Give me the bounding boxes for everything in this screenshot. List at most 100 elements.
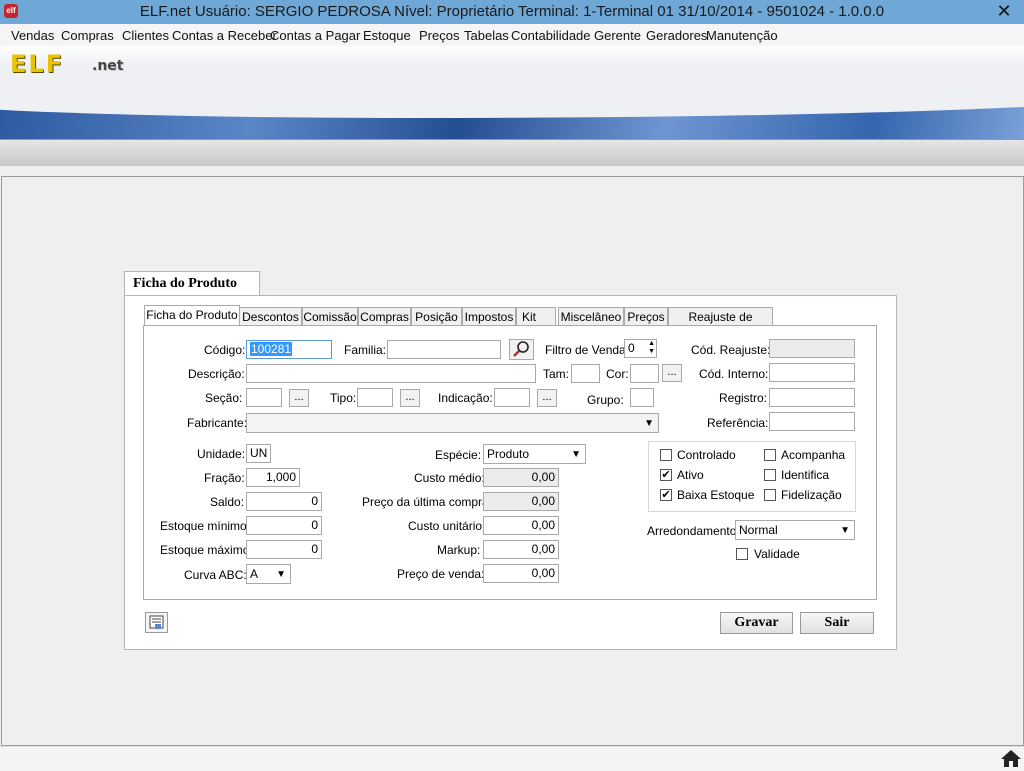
chevron-down-icon: ▼ (571, 449, 581, 460)
filtro-venda-spinner[interactable]: 0 ▲ ▼ (624, 339, 657, 358)
registro-field[interactable] (769, 388, 855, 407)
tipo-field[interactable] (357, 388, 393, 407)
custo-medio-field[interactable]: 0,00 (483, 468, 559, 487)
grupo-field[interactable] (630, 388, 654, 407)
cod-interno-label: Cód. Interno: (699, 367, 769, 381)
controlado-label: Controlado (677, 448, 736, 462)
referencia-field[interactable] (769, 412, 855, 431)
arredondamento-label: Arredondamento: (647, 524, 740, 538)
tab-compras[interactable]: Compras (358, 307, 411, 326)
arredondamento-value: Normal (739, 523, 778, 537)
secao-lookup-button[interactable]: ... (289, 389, 309, 407)
menu-compras[interactable]: Compras (61, 28, 114, 43)
menu-clientes[interactable]: Clientes (122, 28, 169, 43)
descricao-label: Descrição: (188, 367, 245, 381)
status-bar (0, 746, 1024, 771)
menu-contabilidade[interactable]: Contabilidade (511, 28, 591, 43)
tab-posicao[interactable]: Posição (411, 307, 462, 326)
cor-field[interactable] (630, 364, 659, 383)
custo-unitario-value: 0,00 (531, 518, 555, 532)
tam-field[interactable] (571, 364, 600, 383)
chevron-down-icon: ▼ (276, 569, 286, 580)
arredondamento-select[interactable]: Normal ▼ (735, 520, 855, 540)
fabricante-select[interactable]: ▼ (246, 413, 659, 433)
spinner-arrows-icon[interactable]: ▲ ▼ (648, 340, 655, 356)
close-icon[interactable]: ✕ (992, 0, 1016, 22)
app-icon[interactable]: elf (4, 4, 18, 18)
indicacao-lookup-button[interactable]: ... (537, 389, 557, 407)
preco-ultima-compra-value: 0,00 (531, 494, 555, 508)
curva-abc-select[interactable]: A ▼ (246, 564, 291, 584)
codigo-field[interactable]: 100281 (246, 340, 332, 359)
tab-precos[interactable]: Preços (624, 307, 668, 326)
especie-value: Produto (487, 447, 530, 461)
estoque-maximo-field[interactable]: 0 (246, 540, 322, 559)
cod-interno-field[interactable] (769, 363, 855, 382)
fracao-value: 1,000 (265, 470, 296, 484)
tab-ficha-produto[interactable]: Ficha do Produto (144, 305, 240, 327)
cod-reajuste-field[interactable] (769, 339, 855, 358)
acompanha-checkbox[interactable] (764, 449, 776, 461)
preco-ultima-compra-field[interactable]: 0,00 (483, 492, 559, 511)
menu-estoque[interactable]: Estoque (363, 28, 411, 43)
tipo-label: Tipo: (330, 391, 357, 405)
saldo-field[interactable]: 0 (246, 492, 322, 511)
identifica-checkbox[interactable] (764, 469, 776, 481)
title-bar: ELF.net Usuário: SERGIO PEDROSA Nível: P… (0, 0, 1024, 24)
menu-gerente[interactable]: Gerente (594, 28, 641, 43)
especie-label: Espécie: (435, 448, 482, 462)
chevron-down-icon: ▼ (840, 525, 850, 536)
menu-geradores[interactable]: Geradores (646, 28, 707, 43)
filtro-venda-label: Filtro de Venda: (545, 343, 630, 357)
baixa-estoque-checkbox[interactable]: ✔ (660, 489, 672, 501)
tab-kit[interactable]: Kit (516, 307, 556, 325)
search-icon[interactable] (509, 339, 534, 360)
familia-field[interactable] (387, 340, 501, 359)
sair-button[interactable]: Sair (800, 612, 874, 634)
controlado-checkbox[interactable] (660, 449, 672, 461)
logo: ELF (10, 50, 65, 78)
estoque-maximo-label: Estoque máximo: (160, 543, 253, 557)
cor-lookup-button[interactable]: ... (662, 364, 682, 382)
menu-vendas[interactable]: Vendas (11, 28, 54, 43)
unidade-value: UN (250, 446, 268, 460)
estoque-minimo-field[interactable]: 0 (246, 516, 322, 535)
validade-checkbox[interactable] (736, 548, 748, 560)
referencia-label: Referência: (707, 416, 769, 430)
estoque-minimo-value: 0 (311, 518, 318, 532)
menu-contas-receber[interactable]: Contas a Receber (172, 28, 277, 43)
fidelizacao-checkbox[interactable] (764, 489, 776, 501)
menu-precos[interactable]: Preços (419, 28, 459, 43)
custo-unitario-field[interactable]: 0,00 (483, 516, 559, 535)
tipo-lookup-button[interactable]: ... (400, 389, 420, 407)
fabricante-label: Fabricante: (187, 416, 248, 430)
chevron-down-icon: ▼ (644, 418, 654, 429)
tam-label: Tam: (543, 367, 570, 381)
tab-reajuste-precos[interactable]: Reajuste de Preços (668, 307, 773, 342)
tab-miscelaneo[interactable]: Miscelâneo (558, 307, 624, 326)
tab-comissao[interactable]: Comissão (302, 307, 358, 326)
ativo-checkbox[interactable]: ✔ (660, 469, 672, 481)
markup-field[interactable]: 0,00 (483, 540, 559, 559)
indicacao-field[interactable] (494, 388, 530, 407)
preco-venda-field[interactable]: 0,00 (483, 564, 559, 583)
fracao-field[interactable]: 1,000 (246, 468, 300, 487)
codigo-label: Código: (204, 343, 246, 357)
markup-label: Markup: (437, 543, 481, 557)
report-icon[interactable] (145, 612, 168, 633)
curva-abc-value: A (250, 567, 259, 581)
menu-contas-pagar[interactable]: Contas a Pagar (270, 28, 360, 43)
tab-descontos[interactable]: Descontos (239, 307, 302, 326)
descricao-field[interactable] (246, 364, 536, 383)
form-title-tab: Ficha do Produto (124, 271, 260, 296)
gravar-button[interactable]: Gravar (720, 612, 793, 634)
unidade-field[interactable]: UN (246, 444, 271, 463)
menu-tabelas[interactable]: Tabelas (464, 28, 509, 43)
home-icon[interactable] (1000, 748, 1022, 768)
especie-select[interactable]: Produto ▼ (483, 444, 586, 464)
preco-venda-label: Preço de venda: (397, 567, 485, 581)
tab-impostos[interactable]: Impostos (462, 307, 516, 326)
menu-manutencao[interactable]: Manutenção (706, 28, 778, 43)
secao-label: Seção: (205, 391, 243, 405)
secao-field[interactable] (246, 388, 282, 407)
